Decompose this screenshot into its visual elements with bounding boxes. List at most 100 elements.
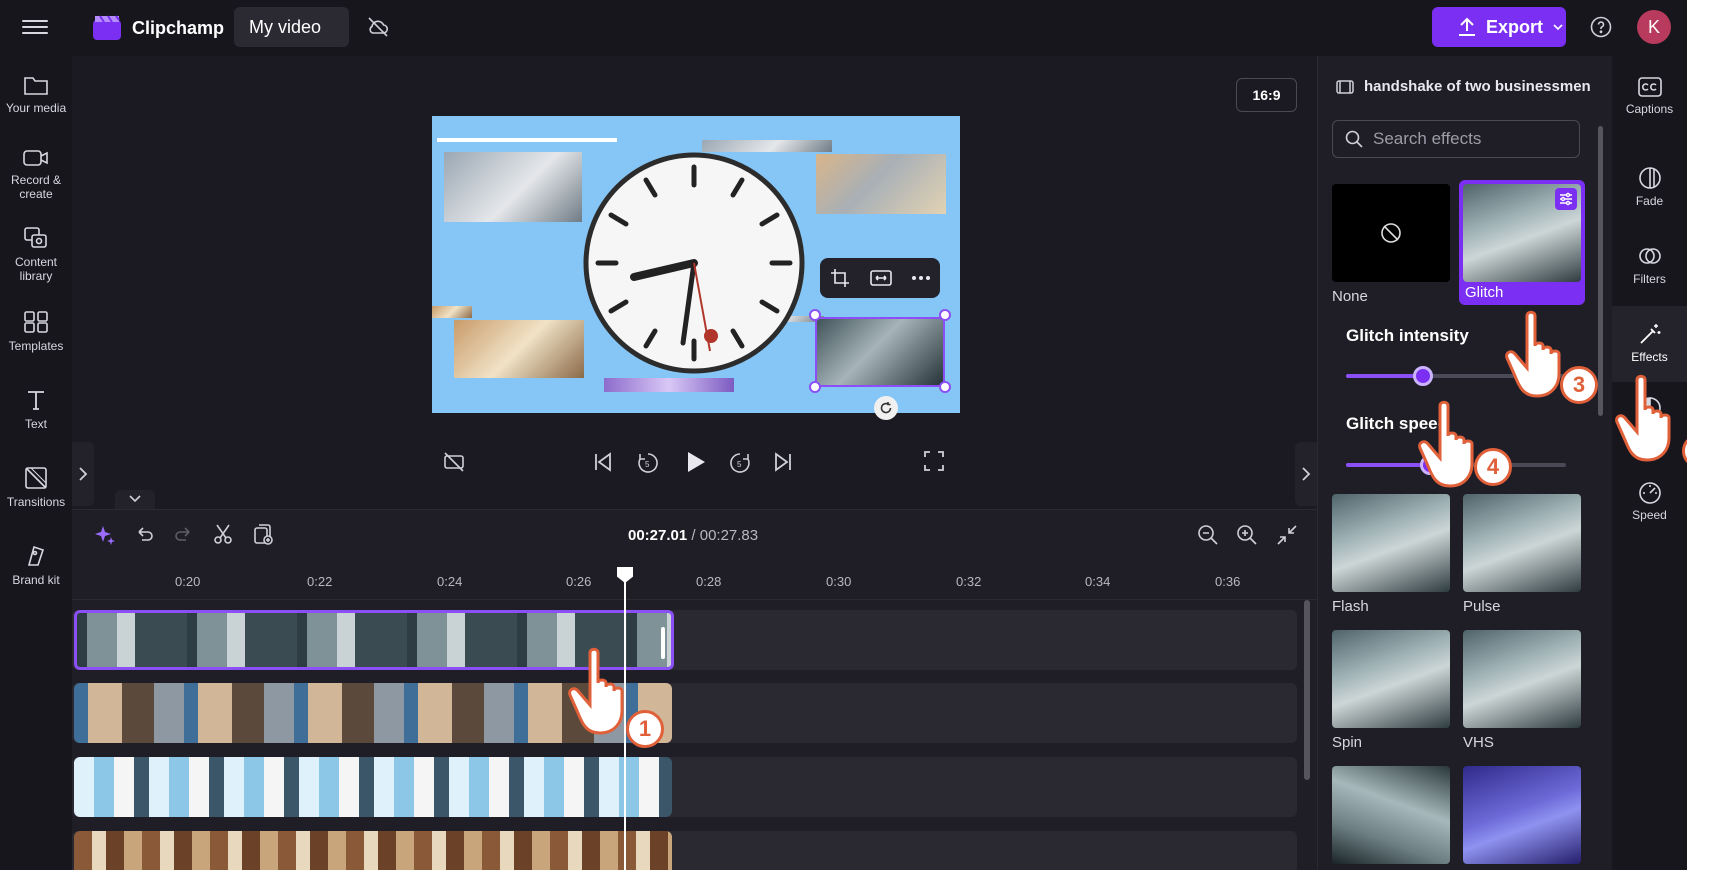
collage-photo [816,154,946,214]
forward-5-icon[interactable]: 5 [728,451,752,475]
ruler-tick: 0:36 [1215,574,1241,589]
resize-handle[interactable] [939,381,951,393]
zoom-in-icon[interactable] [1236,524,1258,546]
effects-panel-scrollbar[interactable] [1598,126,1603,416]
clipchamp-logo [92,14,122,41]
fullscreen-icon[interactable] [924,451,944,471]
rail-speed[interactable]: Speed [1612,480,1687,522]
search-effects-box[interactable] [1332,120,1580,158]
zoom-out-icon[interactable] [1197,524,1219,546]
crop-icon[interactable] [830,268,850,288]
effect-thumbnail [1332,630,1450,728]
collage-photo [454,320,584,378]
video-clip[interactable] [74,831,672,870]
hide-preview-icon[interactable] [443,451,465,473]
nav-your-media[interactable]: Your media [0,74,72,115]
rail-filters[interactable]: Filters [1612,244,1687,286]
effect-thumbnail [1463,630,1581,728]
export-button[interactable]: Export [1432,7,1566,47]
effect-thumbnail [1332,766,1450,864]
resize-handle[interactable] [809,309,821,321]
collapse-right-panel-button[interactable] [1295,442,1317,506]
sparkle-icon[interactable] [94,524,116,546]
effect-settings-icon[interactable] [1555,188,1577,210]
floating-toolbar [820,258,940,298]
play-icon[interactable] [683,450,707,474]
resize-handle[interactable] [939,309,951,321]
fit-timeline-icon[interactable] [1276,524,1298,546]
timeline-track [72,610,1297,670]
effect-vhs[interactable]: VHS [1463,630,1581,751]
ruler-tick: 0:34 [1085,574,1111,589]
cloud-off-icon[interactable] [366,15,390,44]
chevron-down-icon [129,495,141,503]
avatar[interactable]: K [1637,10,1671,44]
nav-transitions[interactable]: Transitions [0,466,72,509]
chevron-down-icon [1553,24,1563,31]
chevron-right-icon [79,467,88,481]
effect-glitch[interactable]: Glitch [1459,180,1585,305]
nav-templates[interactable]: Templates [0,310,72,353]
clock-graphic [583,152,805,374]
nav-text[interactable]: Text [0,388,72,431]
menu-icon[interactable] [22,16,48,38]
timeline-scrollbar[interactable] [1304,600,1310,780]
ruler-tick: 0:22 [307,574,333,589]
timeline-toggle-button[interactable] [115,490,155,510]
more-options-icon[interactable] [912,276,930,280]
ruler-tick: 0:24 [437,574,463,589]
add-media-icon[interactable] [252,523,274,545]
expand-left-panel-button[interactable] [72,442,94,506]
skip-back-icon[interactable] [592,451,614,473]
slider-knob[interactable] [1413,366,1433,386]
rail-effects[interactable]: Effects [1612,306,1687,382]
trim-handle[interactable] [661,627,665,659]
rail-label: Filters [1633,272,1666,286]
fit-icon[interactable] [870,270,892,286]
rotate-handle[interactable] [874,396,898,420]
effect-none[interactable]: None [1332,184,1450,305]
effect-flash[interactable]: Flash [1332,494,1450,615]
effect-thumbnail [1463,766,1581,864]
svg-text:5: 5 [737,460,742,469]
resize-handle[interactable] [809,381,821,393]
effect-spin[interactable]: Spin [1332,630,1450,751]
selected-media-handshake[interactable] [815,317,945,387]
nav-content-library[interactable]: Content library [0,226,72,283]
effect-label: Flash [1332,598,1369,615]
project-title-input[interactable]: My video [234,7,349,47]
effect-thumbnail-more[interactable] [1463,766,1581,864]
rail-label: Captions [1625,102,1674,116]
export-label: Export [1486,16,1544,37]
right-rail: Captions Fade Filters Effects Speed [1612,56,1687,870]
film-icon [1336,79,1354,94]
folder-icon [24,77,48,95]
brand-kit-icon [27,545,45,566]
redo-icon[interactable] [174,524,194,544]
skip-forward-icon[interactable] [772,451,794,473]
timeline-track [72,683,1297,743]
asset-title: handshake of two businessmen [1336,78,1591,95]
split-scissors-icon[interactable] [212,523,234,545]
effect-pulse[interactable]: Pulse [1463,494,1581,615]
nav-record-create[interactable]: Record & create [0,148,72,201]
rail-fade[interactable]: Fade [1612,166,1687,208]
rewind-5-icon[interactable]: 5 [636,451,660,475]
search-input[interactable] [1373,129,1563,149]
video-clip[interactable] [74,757,672,817]
nav-brand-kit[interactable]: Brand kit [0,544,72,587]
help-icon[interactable] [1590,16,1612,43]
top-bar: Clipchamp My video Export K [0,0,1687,56]
speed-gauge-icon [1638,482,1661,504]
rotate-icon [880,402,892,414]
asset-name: handshake of two businessmen [1364,78,1591,95]
effect-thumbnail-more[interactable] [1332,766,1450,864]
undo-icon[interactable] [134,524,154,544]
effect-label: Glitch [1465,284,1504,301]
timeline-ruler[interactable]: 0:20 0:22 0:24 0:26 0:28 0:30 0:32 0:34 … [72,560,1317,600]
timeline-track [72,757,1297,817]
rail-captions[interactable]: Captions [1612,76,1687,116]
aspect-ratio-button[interactable]: 16:9 [1236,78,1297,112]
svg-text:5: 5 [645,460,650,469]
nav-label: Record & create [10,173,62,201]
